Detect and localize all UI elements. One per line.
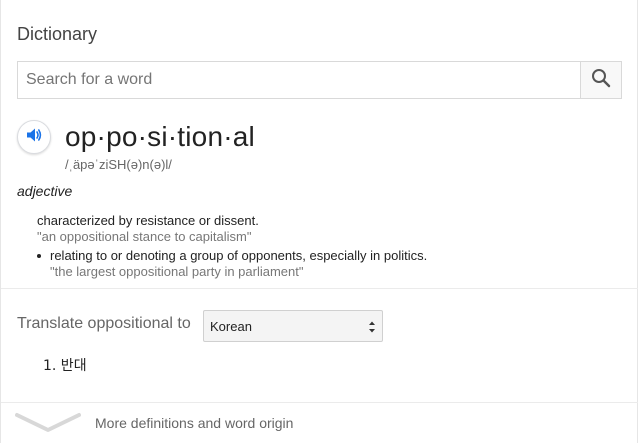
search-input[interactable] [18,62,582,98]
translate-label: Translate oppositional to [17,315,191,332]
search-icon [591,68,611,93]
more-definitions-link[interactable]: More definitions and word origin [1,403,638,443]
language-select[interactable]: Korean [203,310,383,342]
translation-result: 1. 반대 [43,358,87,374]
headword: op·po·si·tion·al [65,121,255,152]
part-of-speech: adjective [17,183,73,199]
divider [1,288,638,289]
phonetic-spelling: /ˌäpəˈziSH(ə)n(ə)l/ [65,157,172,172]
search-box [17,61,622,99]
select-arrows-icon [368,320,376,334]
chevron-down-icon [15,411,81,440]
dictionary-card: Dictionary op·po·si·tion·al /ˌäpəˈziSH(ə… [0,0,638,443]
search-button[interactable] [580,62,621,98]
more-definitions-label: More definitions and word origin [95,415,294,431]
language-select-value: Korean [210,319,252,334]
speaker-icon [25,126,43,149]
sub-definition-example: "the largest oppositional party in parli… [50,264,304,279]
definition-example: "an oppositional stance to capitalism" [37,229,252,244]
section-title: Dictionary [17,24,98,44]
sub-definition-item: relating to or denoting a group of oppon… [37,248,617,280]
pronunciation-audio-button[interactable] [17,120,51,154]
sub-definition-text: relating to or denoting a group of oppon… [50,248,428,263]
definition-item: characterized by resistance or dissent. … [37,213,597,245]
bullet [37,254,41,258]
definition-text: characterized by resistance or dissent. [37,213,259,228]
